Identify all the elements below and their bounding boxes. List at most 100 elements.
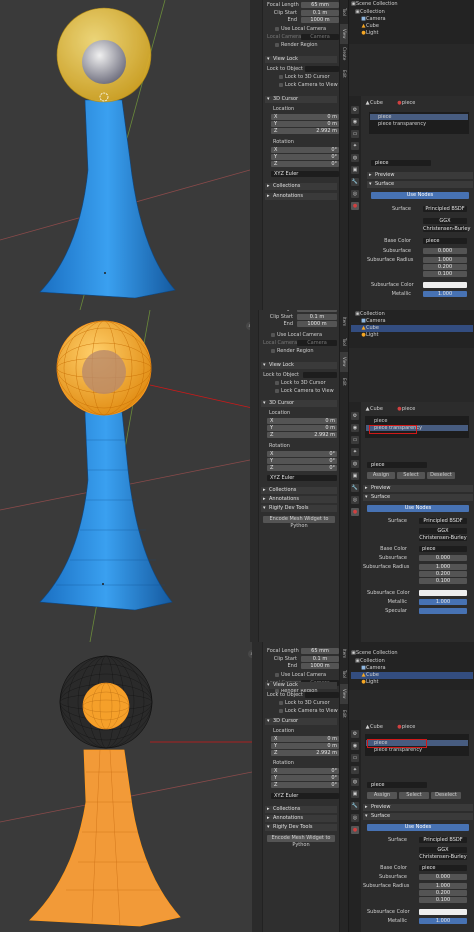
use-local-camera-checkbox[interactable] bbox=[275, 27, 279, 31]
collections-header[interactable]: Collections bbox=[261, 487, 337, 494]
subsurface-radius-1[interactable]: 1.000 bbox=[423, 257, 467, 263]
tool-tab-icon[interactable]: ⚙ bbox=[351, 412, 359, 420]
render-region-checkbox[interactable] bbox=[275, 43, 279, 47]
modifier-tab-icon[interactable]: 🔧 bbox=[351, 178, 359, 186]
subsurface-radius-3[interactable]: 0.100 bbox=[419, 578, 467, 584]
render-tab-icon[interactable]: ◉ bbox=[351, 118, 359, 126]
zoom-icon[interactable]: ⌕ bbox=[246, 322, 250, 330]
collections-header[interactable]: Collections bbox=[265, 183, 337, 190]
material-slot-piece-transparency[interactable]: piece transparency bbox=[370, 121, 468, 127]
object-tab-icon[interactable]: ▣ bbox=[351, 790, 359, 798]
preview-header[interactable]: Preview bbox=[363, 804, 473, 811]
specular-field[interactable] bbox=[419, 608, 467, 614]
distribution-dropdown[interactable]: GGX bbox=[419, 528, 467, 534]
cursor-rot-x[interactable]: X 0° bbox=[267, 451, 337, 457]
cursor-rot-z[interactable]: Z 0° bbox=[271, 161, 339, 167]
outliner-light[interactable]: Light bbox=[366, 679, 378, 685]
subsurface-radius-2[interactable]: 0.200 bbox=[419, 890, 467, 896]
tab-create[interactable]: Create bbox=[340, 44, 348, 64]
zoom-icon[interactable]: ⌕ bbox=[248, 650, 252, 658]
cursor-rot-x[interactable]: X 0° bbox=[271, 147, 339, 153]
cursor-loc-x[interactable]: X 0 m bbox=[267, 418, 337, 424]
clip-start-field[interactable]: 0.1 m bbox=[297, 314, 337, 320]
render-tab-icon[interactable]: ◉ bbox=[351, 424, 359, 432]
world-tab-icon[interactable]: ◍ bbox=[351, 460, 359, 468]
tab-edit[interactable]: Edit bbox=[340, 372, 348, 392]
tool-tab-icon[interactable]: ⚙ bbox=[351, 106, 359, 114]
outliner-cube[interactable]: Cube bbox=[366, 672, 379, 678]
subsurface-radius-3[interactable]: 0.100 bbox=[419, 897, 467, 903]
outliner-collection[interactable]: Collection bbox=[360, 311, 385, 317]
outliner-collection[interactable]: Collection bbox=[360, 9, 385, 15]
cursor-loc-x[interactable]: X 0 m bbox=[271, 736, 339, 742]
distribution-dropdown[interactable]: GGX bbox=[419, 847, 467, 853]
select-button[interactable]: Select bbox=[399, 792, 429, 799]
modifier-tab-icon[interactable]: 🔧 bbox=[351, 802, 359, 810]
annotations-header[interactable]: Annotations bbox=[261, 496, 337, 503]
outliner-camera[interactable]: Camera bbox=[366, 665, 386, 671]
encode-mesh-widget-button[interactable]: Encode Mesh Widget to Python bbox=[263, 516, 335, 529]
subsurface-radius-2[interactable]: 0.200 bbox=[419, 571, 467, 577]
lock-camera-to-view-checkbox[interactable] bbox=[279, 709, 283, 713]
subsurface-field[interactable]: 0.000 bbox=[419, 874, 467, 880]
material-name-field[interactable]: piece bbox=[367, 782, 427, 788]
tab-tool[interactable]: Tool bbox=[340, 332, 348, 352]
subsurface-radius-3[interactable]: 0.100 bbox=[423, 271, 467, 277]
use-local-camera-checkbox[interactable] bbox=[271, 333, 275, 337]
cursor-rot-y[interactable]: Y 0° bbox=[271, 154, 339, 160]
lock-to-object-field[interactable] bbox=[305, 692, 339, 698]
cursor-loc-z[interactable]: Z 2.992 m bbox=[271, 750, 339, 756]
surface-header[interactable]: Surface bbox=[363, 813, 473, 820]
cursor-rot-y[interactable]: Y 0° bbox=[267, 458, 337, 464]
cursor-rot-z[interactable]: Z 0° bbox=[267, 465, 337, 471]
output-tab-icon[interactable]: ▭ bbox=[351, 130, 359, 138]
focal-length-field[interactable]: 65 mm bbox=[297, 310, 337, 312]
material-slot-piece[interactable]: piece bbox=[370, 114, 468, 120]
metallic-field[interactable]: 1.000 bbox=[419, 918, 467, 924]
base-color-field[interactable]: piece bbox=[423, 238, 467, 244]
assign-button[interactable]: Assign bbox=[367, 472, 395, 479]
outliner-cube[interactable]: Cube bbox=[366, 325, 379, 331]
clip-end-field[interactable]: 1000 m bbox=[297, 321, 337, 327]
lock-to-3d-cursor-checkbox[interactable] bbox=[279, 701, 283, 705]
lock-camera-to-view-checkbox[interactable] bbox=[275, 389, 279, 393]
base-color-field[interactable]: piece bbox=[419, 546, 467, 552]
preview-header[interactable]: Preview bbox=[367, 172, 473, 179]
rotation-mode-dropdown[interactable]: XYZ Euler bbox=[271, 793, 339, 799]
cursor-rot-x[interactable]: X 0° bbox=[271, 768, 339, 774]
scene-tab-icon[interactable]: ✦ bbox=[351, 448, 359, 456]
outliner-light[interactable]: Light bbox=[366, 30, 378, 36]
metallic-field[interactable]: 1.000 bbox=[419, 599, 467, 605]
cursor-loc-y[interactable]: Y 0 m bbox=[271, 743, 339, 749]
tab-view[interactable]: View bbox=[340, 24, 348, 44]
3d-cursor-header[interactable]: 3D Cursor bbox=[265, 96, 337, 103]
subsurface-field[interactable]: 0.000 bbox=[419, 555, 467, 561]
clip-end-field[interactable]: 1000 m bbox=[301, 17, 339, 23]
material-tab-icon[interactable]: ● bbox=[351, 508, 359, 516]
tab-tool[interactable]: Tool bbox=[340, 664, 348, 684]
subsurface-radius-2[interactable]: 0.200 bbox=[423, 264, 467, 270]
physics-tab-icon[interactable]: ◎ bbox=[351, 190, 359, 198]
view-lock-header[interactable]: View Lock bbox=[261, 362, 337, 369]
rotation-mode-dropdown[interactable]: XYZ Euler bbox=[267, 475, 337, 481]
cursor-rot-z[interactable]: Z 0° bbox=[271, 782, 339, 788]
rigify-dev-tools-header[interactable]: Rigify Dev Tools bbox=[265, 824, 337, 831]
material-tab-icon[interactable]: ● bbox=[351, 202, 359, 210]
tab-item[interactable]: Item bbox=[340, 312, 348, 332]
subsurface-color-swatch[interactable] bbox=[419, 909, 467, 915]
object-tab-icon[interactable]: ▣ bbox=[351, 166, 359, 174]
distribution-dropdown[interactable]: GGX bbox=[423, 218, 467, 224]
surface-shader-field[interactable]: Principled BSDF bbox=[423, 206, 467, 212]
use-nodes-button[interactable]: Use Nodes bbox=[367, 824, 469, 831]
use-nodes-button[interactable]: Use Nodes bbox=[371, 192, 469, 199]
focal-length-field[interactable]: 65 mm bbox=[301, 648, 339, 654]
select-button[interactable]: Select bbox=[397, 472, 425, 479]
3d-cursor-header[interactable]: 3D Cursor bbox=[265, 718, 337, 725]
deselect-button[interactable]: Deselect bbox=[427, 472, 455, 479]
outliner-camera[interactable]: Camera bbox=[366, 318, 386, 324]
outliner-collection[interactable]: Collection bbox=[360, 658, 385, 664]
assign-button[interactable]: Assign bbox=[367, 792, 397, 799]
tab-tool[interactable]: Tool bbox=[340, 2, 348, 22]
collections-header[interactable]: Collections bbox=[265, 806, 337, 813]
physics-tab-icon[interactable]: ◎ bbox=[351, 496, 359, 504]
